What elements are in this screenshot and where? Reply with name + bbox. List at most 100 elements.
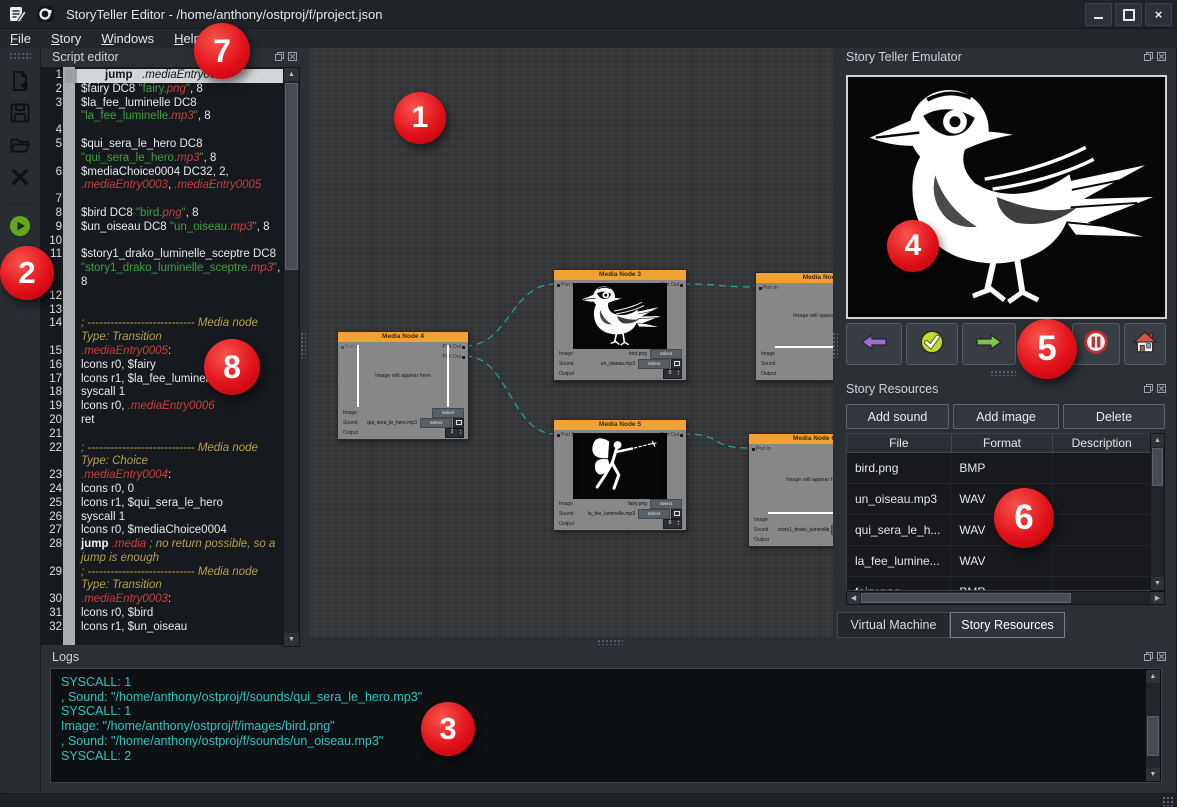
code-row[interactable]: 25lcons r1, $qui_sera_le_hero bbox=[40, 497, 283, 511]
code-row[interactable]: jump is enough bbox=[40, 552, 283, 566]
code-row[interactable]: "story1_drako_luminelle_sceptre.mp3", bbox=[40, 262, 283, 276]
node-media-node-4[interactable]: Media Node 4Port InPort OutPort OutImage… bbox=[337, 331, 469, 440]
code-row[interactable]: 5$qui_sera_le_hero DC8 bbox=[40, 138, 283, 152]
code-row[interactable]: 32lcons r1, $un_oiseau bbox=[40, 621, 283, 635]
table-row[interactable]: la_fee_lumine...WAV bbox=[847, 546, 1151, 577]
node-media-node-6[interactable]: Media Node 6Port InPort OutImage will ap… bbox=[748, 433, 833, 547]
close-panel-icon[interactable] bbox=[1156, 383, 1167, 394]
toolbar-new-file-button[interactable] bbox=[0, 67, 40, 99]
close-panel-icon[interactable] bbox=[1156, 651, 1167, 662]
float-panel-icon[interactable] bbox=[1143, 51, 1154, 62]
scroll-down-icon[interactable]: ▼ bbox=[1146, 768, 1160, 781]
float-panel-icon[interactable] bbox=[1143, 383, 1154, 394]
close-panel-icon[interactable] bbox=[287, 51, 298, 62]
code-row[interactable]: 28jump .media ; no return possible, so a bbox=[40, 538, 283, 552]
tab-virtual-machine[interactable]: Virtual Machine bbox=[837, 612, 950, 638]
code-row[interactable]: 29; ---------------------------- Media n… bbox=[40, 566, 283, 580]
spinner-arrows[interactable]: ▴▾ bbox=[458, 429, 463, 437]
float-panel-icon[interactable] bbox=[274, 51, 285, 62]
code-row[interactable]: Type: Choice bbox=[40, 455, 283, 469]
output-spinner[interactable]: 0▴▾ bbox=[663, 519, 682, 529]
script-editor-scrollbar[interactable]: ▲ ▼ bbox=[283, 67, 300, 647]
close-panel-icon[interactable] bbox=[1156, 51, 1167, 62]
code-row[interactable]: "la_fee_luminelle.mp3", 8 bbox=[40, 110, 283, 124]
code-row[interactable]: Type: Transition bbox=[40, 579, 283, 593]
toolbar-run-button[interactable] bbox=[0, 212, 40, 244]
column-header-format[interactable]: Format bbox=[952, 434, 1054, 453]
add-sound-button[interactable]: Add sound bbox=[846, 404, 949, 429]
scrollbar-thumb[interactable] bbox=[1147, 716, 1159, 756]
code-row[interactable]: 23.mediaEntry0004: bbox=[40, 469, 283, 483]
code-row[interactable]: 30.mediaEntry0003: bbox=[40, 593, 283, 607]
code-row[interactable]: 14; ---------------------------- Media n… bbox=[40, 317, 283, 331]
resize-grip[interactable] bbox=[1162, 796, 1174, 806]
node-media-node-3[interactable]: Media Node 3Port InPort OutImagebird.png… bbox=[553, 269, 687, 381]
window-close-button[interactable]: × bbox=[1145, 3, 1172, 26]
sound-preview-button[interactable] bbox=[671, 509, 682, 519]
code-row[interactable]: 3$la_fee_luminelle DC8 bbox=[40, 97, 283, 111]
code-row[interactable]: 8$bird DC8 "bird.png", 8 bbox=[40, 207, 283, 221]
splitter-handle[interactable] bbox=[832, 332, 838, 358]
code-row[interactable]: 2$fairy DC8 "fairy.png", 8 bbox=[40, 83, 283, 97]
output-spinner[interactable]: 2▴▾ bbox=[445, 428, 464, 438]
emulator-back-button[interactable] bbox=[846, 323, 902, 365]
code-row[interactable]: 19lcons r0, .mediaEntry0006 bbox=[40, 400, 283, 414]
emulator-next-button[interactable] bbox=[962, 323, 1016, 365]
splitter-handle[interactable] bbox=[990, 370, 1016, 376]
add-image-button[interactable]: Add image bbox=[953, 404, 1059, 429]
scrollbar-thumb[interactable] bbox=[1152, 448, 1163, 486]
menu-item-story[interactable]: Story bbox=[41, 30, 91, 47]
toolbar-drag-handle[interactable] bbox=[9, 52, 31, 59]
menu-item-file[interactable]: File bbox=[0, 30, 41, 47]
table-row[interactable]: bird.pngBMP bbox=[847, 453, 1151, 484]
delete-button[interactable]: Delete bbox=[1063, 404, 1165, 429]
scroll-up-icon[interactable]: ▲ bbox=[284, 68, 299, 81]
toolbar-open-button[interactable] bbox=[0, 131, 40, 163]
code-row[interactable]: 24lcons r0, 0 bbox=[40, 483, 283, 497]
scroll-down-icon[interactable]: ▼ bbox=[284, 633, 299, 646]
scroll-up-icon[interactable]: ▲ bbox=[1151, 434, 1164, 447]
emulator-home-button[interactable] bbox=[1124, 323, 1166, 365]
column-header-file[interactable]: File bbox=[847, 434, 952, 453]
code-row[interactable]: 21 bbox=[40, 428, 283, 442]
code-row[interactable]: 8 bbox=[40, 276, 283, 290]
scroll-right-icon[interactable]: ▶ bbox=[1151, 592, 1164, 604]
emulator-pause-button[interactable] bbox=[1072, 323, 1120, 365]
code-row[interactable]: 26syscall 1 bbox=[40, 511, 283, 525]
sound-preview-button[interactable] bbox=[671, 359, 682, 369]
output-spinner[interactable]: 0▴▾ bbox=[663, 369, 682, 379]
select-image-button[interactable]: Select bbox=[650, 499, 682, 509]
scrollbar-thumb[interactable] bbox=[285, 83, 298, 270]
resources-table-vscrollbar[interactable]: ▲ ▼ bbox=[1150, 433, 1165, 591]
node-media-node-5[interactable]: Media Node 5Port InPort OutImagefairy.pn… bbox=[553, 419, 687, 531]
code-row[interactable]: .mediaEntry0003, .mediaEntry0005 bbox=[40, 179, 283, 193]
spinner-arrows[interactable]: ▴▾ bbox=[676, 520, 681, 528]
code-row[interactable]: 12 bbox=[40, 290, 283, 304]
code-row[interactable]: "qui_sera_le_hero.mp3", 8 bbox=[40, 152, 283, 166]
code-row[interactable]: 27lcons r0, $mediaChoice0004 bbox=[40, 524, 283, 538]
select-image-button[interactable]: Select bbox=[650, 349, 682, 359]
scroll-left-icon[interactable]: ◀ bbox=[847, 592, 860, 604]
toolbar-close-project-button[interactable] bbox=[0, 163, 40, 195]
splitter-handle[interactable] bbox=[597, 639, 623, 645]
resources-table-hscrollbar[interactable]: ◀ ▶ bbox=[846, 591, 1165, 605]
code-row-current[interactable]: 1jump .mediaEntry0004 bbox=[40, 69, 283, 83]
code-row[interactable]: 11$story1_drako_luminelle_sceptre DC8 bbox=[40, 248, 283, 262]
emulator-ok-button[interactable] bbox=[906, 323, 958, 365]
splitter-handle[interactable] bbox=[300, 332, 306, 358]
select-image-button[interactable]: Select bbox=[432, 408, 464, 418]
select-sound-button[interactable]: Select bbox=[638, 509, 670, 519]
select-sound-button[interactable]: Select bbox=[638, 359, 670, 369]
node-canvas[interactable]: Media Node 4Port InPort OutPort OutImage… bbox=[308, 48, 833, 638]
code-row[interactable]: 22; ---------------------------- Media n… bbox=[40, 442, 283, 456]
window-maximize-button[interactable] bbox=[1115, 3, 1142, 26]
spinner-arrows[interactable]: ▴▾ bbox=[676, 370, 681, 378]
code-row[interactable]: 4 bbox=[40, 124, 283, 138]
code-row[interactable]: 20ret bbox=[40, 414, 283, 428]
code-row[interactable]: 6$mediaChoice0004 DC32, 2, bbox=[40, 166, 283, 180]
toolbar-save-button[interactable] bbox=[0, 99, 40, 131]
tab-story-resources[interactable]: Story Resources bbox=[950, 612, 1065, 638]
select-sound-button[interactable]: Select bbox=[831, 525, 833, 535]
table-row[interactable]: fairy.pngBMP bbox=[847, 577, 1151, 591]
code-row[interactable]: 10 bbox=[40, 235, 283, 249]
